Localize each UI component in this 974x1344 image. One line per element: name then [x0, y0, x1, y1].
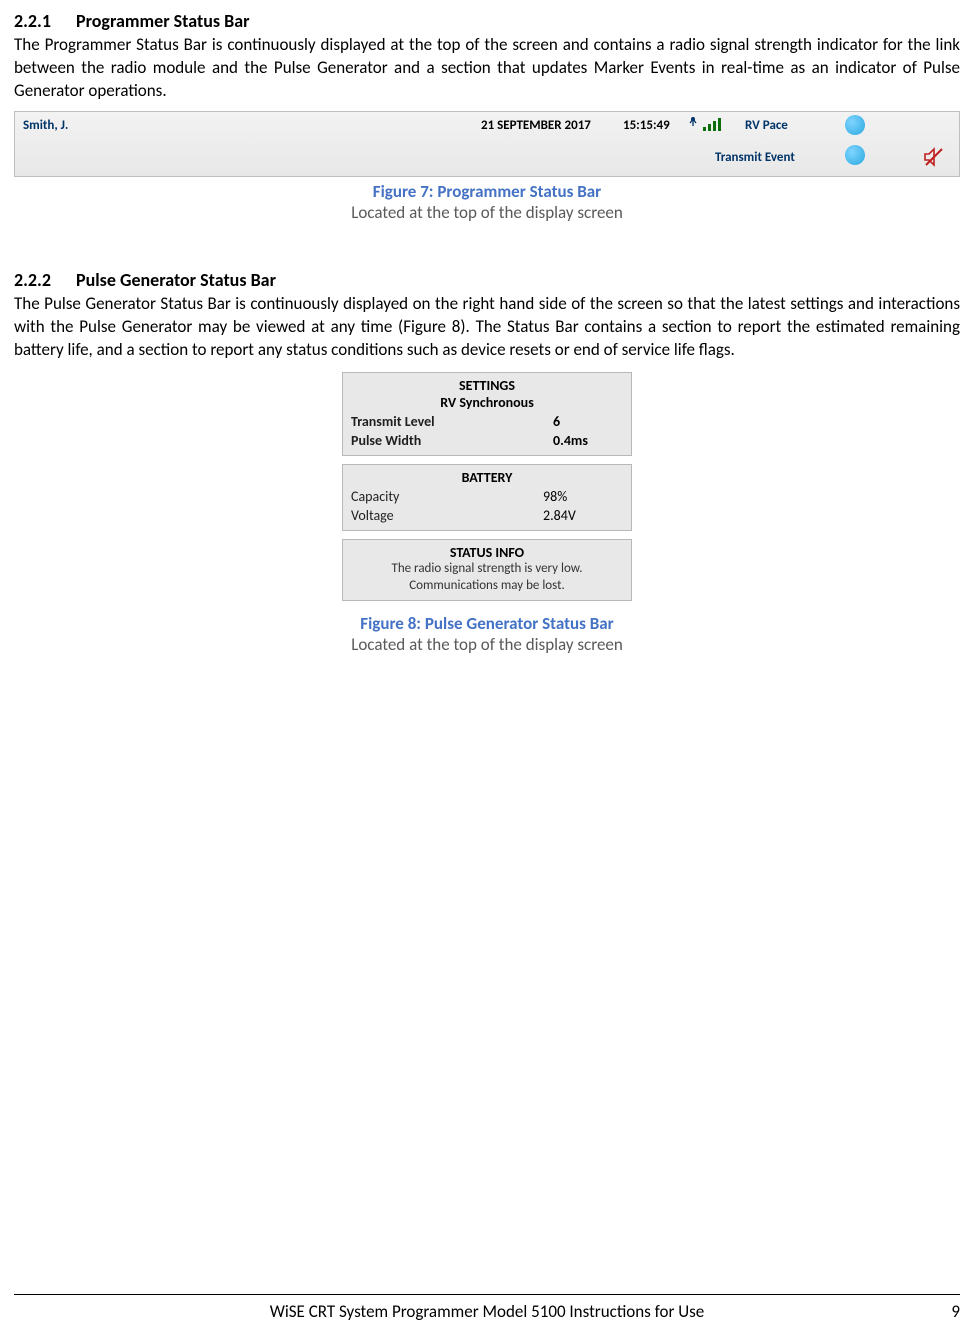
page-footer: WiSE CRT System Programmer Model 5100 In…	[14, 1294, 960, 1322]
status-info-title: STATUS INFO	[351, 544, 623, 561]
section-222-paragraph: The Pulse Generator Status Bar is contin…	[14, 293, 960, 362]
transmit-level-label: Transmit Level	[351, 413, 553, 430]
section-222-heading: 2.2.2 Pulse Generator Status Bar	[14, 269, 960, 291]
section-222-title: Pulse Generator Status Bar	[76, 269, 276, 291]
rv-pace-label: RV Pace	[745, 118, 788, 133]
speaker-muted-icon	[923, 146, 945, 168]
patient-name: Smith, J.	[23, 118, 68, 133]
figure-7-caption-title: Figure 7: Programmer Status Bar	[14, 181, 960, 202]
section-221-title: Programmer Status Bar	[76, 10, 250, 32]
settings-panel: SETTINGS RV Synchronous Transmit Level 6…	[342, 372, 632, 456]
section-222-number: 2.2.2	[14, 269, 76, 291]
status-time: 15:15:49	[623, 118, 670, 133]
status-info-panel: STATUS INFO The radio signal strength is…	[342, 539, 632, 602]
rv-pace-indicator-icon	[845, 115, 865, 135]
pulse-width-value: 0.4ms	[553, 432, 623, 449]
pulse-width-label: Pulse Width	[351, 432, 553, 449]
programmer-status-bar: Smith, J. 21 SEPTEMBER 2017 15:15:49 RV …	[14, 111, 960, 177]
status-date: 21 SEPTEMBER 2017	[481, 118, 591, 133]
status-info-message: The radio signal strength is very low. C…	[351, 561, 623, 595]
capacity-label: Capacity	[351, 488, 543, 505]
battery-title: BATTERY	[351, 469, 623, 486]
page-number: 9	[920, 1301, 960, 1322]
section-221-paragraph: The Programmer Status Bar is continuousl…	[14, 34, 960, 103]
figure-8-caption-title: Figure 8: Pulse Generator Status Bar	[360, 613, 613, 634]
pulse-generator-status-bar: SETTINGS RV Synchronous Transmit Level 6…	[342, 372, 632, 610]
footer-spacer	[14, 1301, 54, 1322]
figure-8: SETTINGS RV Synchronous Transmit Level 6…	[14, 372, 960, 656]
settings-title: SETTINGS	[351, 377, 623, 394]
signal-strength-icon	[687, 114, 735, 134]
voltage-value: 2.84V	[543, 507, 623, 524]
capacity-value: 98%	[543, 488, 623, 505]
section-221-number: 2.2.1	[14, 10, 76, 32]
battery-panel: BATTERY Capacity 98% Voltage 2.84V	[342, 464, 632, 531]
figure-8-caption-sub: Located at the top of the display screen	[351, 634, 623, 655]
figure-7: Smith, J. 21 SEPTEMBER 2017 15:15:49 RV …	[14, 111, 960, 223]
section-221-heading: 2.2.1 Programmer Status Bar	[14, 10, 960, 32]
figure-7-caption-sub: Located at the top of the display screen	[14, 202, 960, 223]
voltage-label: Voltage	[351, 507, 543, 524]
transmit-level-value: 6	[553, 413, 623, 430]
transmit-event-label: Transmit Event	[715, 150, 795, 165]
settings-mode: RV Synchronous	[351, 394, 623, 411]
footer-text: WiSE CRT System Programmer Model 5100 In…	[54, 1301, 920, 1322]
footer-rule	[14, 1294, 960, 1295]
transmit-event-indicator-icon	[845, 145, 865, 165]
